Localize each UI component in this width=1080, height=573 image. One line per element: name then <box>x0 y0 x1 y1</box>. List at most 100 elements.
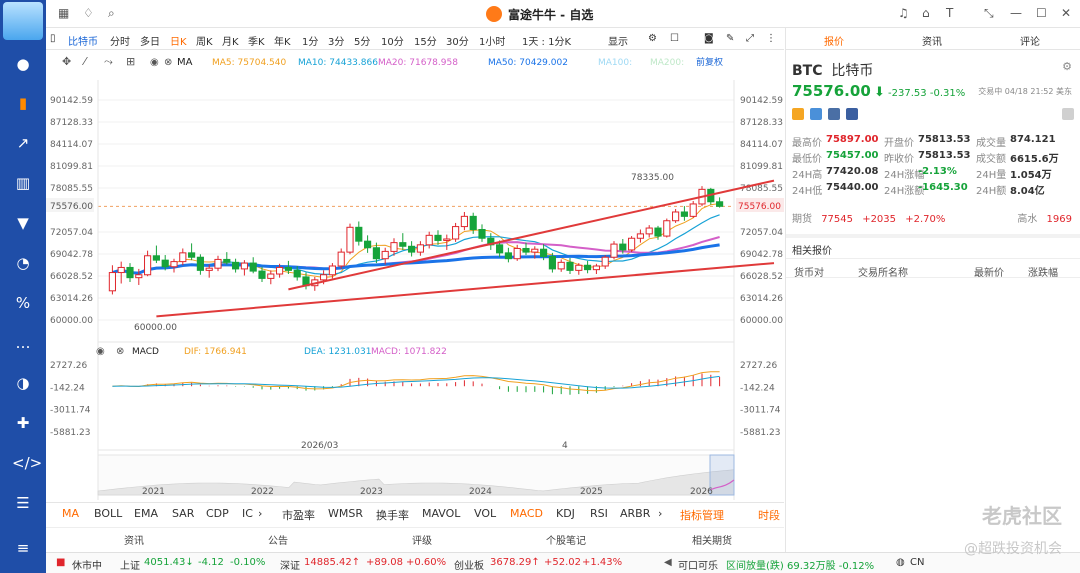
bag-icon[interactable]: ⌂ <box>922 6 930 20</box>
session-toggle[interactable]: 时段 <box>758 507 780 523</box>
indicator-tab[interactable]: ARBR <box>620 507 650 520</box>
symbol-label[interactable]: 比特币 <box>68 33 98 48</box>
period-tab[interactable]: 3分 <box>328 33 344 48</box>
indicator-manage[interactable]: 指标管理 <box>680 507 724 523</box>
candlestick-icon[interactable]: ▥ <box>12 173 34 193</box>
indicator-tab[interactable]: MA <box>62 507 79 520</box>
checkbox-icon[interactable]: ☐ <box>670 33 679 44</box>
indicator-tab[interactable]: WMSR <box>328 507 363 520</box>
chat-icon[interactable]: … <box>12 333 34 353</box>
macd-eye-icon[interactable]: ◉ <box>96 346 105 357</box>
list-icon[interactable]: ☰ <box>12 493 34 513</box>
indicator-tab[interactable]: 换手率 <box>376 507 409 523</box>
camera-icon[interactable]: ◙ <box>704 33 714 44</box>
adjust-mode[interactable]: 前复权 <box>696 56 723 68</box>
game-icon[interactable]: ✚ <box>12 413 34 433</box>
tab-comments[interactable]: 评论 <box>1020 33 1040 48</box>
menu-icon[interactable]: ≡ <box>12 538 34 558</box>
period-dropdown[interactable]: 1天 : 1分K <box>522 33 571 48</box>
line-tool-icon[interactable]: ⁄ <box>81 55 88 68</box>
close-icon[interactable]: ✕ <box>1061 6 1071 20</box>
period-tab[interactable]: 1分 <box>302 33 318 48</box>
indicator-tab[interactable]: VOL <box>474 507 496 520</box>
more-icon[interactable]: ⋮ <box>766 33 776 44</box>
period-tab[interactable]: 月K <box>222 33 239 48</box>
period-tab-active[interactable]: 日K <box>170 33 187 48</box>
headset-icon[interactable]: ♫ <box>898 6 909 20</box>
app-logo[interactable] <box>3 2 43 40</box>
tab-ratings[interactable]: 评级 <box>412 532 432 547</box>
pen-icon[interactable]: ✎ <box>726 33 734 44</box>
ma-close-icon[interactable]: ⊗ <box>164 57 172 68</box>
indicator-tab[interactable]: IC <box>242 507 253 520</box>
shirt-icon[interactable]: T <box>946 6 953 20</box>
chevron-right-icon[interactable]: › <box>658 507 662 520</box>
filter-icon[interactable]: ▼ <box>12 213 34 233</box>
globe-icon[interactable]: ◍ <box>896 557 905 568</box>
tab-notes[interactable]: 个股笔记 <box>546 532 586 547</box>
moon-icon[interactable]: ◑ <box>12 373 34 393</box>
bell-badge-icon[interactable] <box>1062 108 1074 120</box>
indicator-tab[interactable]: SAR <box>172 507 194 520</box>
sidebar-toggle-icon[interactable]: ▯ <box>50 33 56 44</box>
minimize-icon[interactable]: — <box>1010 6 1022 20</box>
news-ticker[interactable]: 可口可乐 <box>678 557 718 572</box>
user-icon[interactable]: ● <box>12 54 34 74</box>
tab-quote[interactable]: 报价 <box>824 33 844 48</box>
display-menu[interactable]: 显示 <box>608 33 628 48</box>
period-tab[interactable]: 多日 <box>140 33 160 48</box>
search-icon[interactable]: ⌕ <box>108 6 115 21</box>
move-tool-icon[interactable]: ✥ <box>62 55 71 68</box>
pie-icon[interactable]: ◔ <box>12 253 34 273</box>
period-tab[interactable]: 季K <box>248 33 265 48</box>
layout-icon[interactable]: ▦ <box>58 6 69 20</box>
period-tab[interactable]: 30分 <box>446 33 469 48</box>
chart-bar-icon[interactable]: ▮ <box>12 93 34 113</box>
trend-icon[interactable]: ↗ <box>12 133 34 153</box>
header-last-price[interactable]: 最新价 <box>974 264 1004 279</box>
ma-eye-icon[interactable]: ◉ <box>150 57 159 68</box>
tab-futures[interactable]: 相关期货 <box>692 532 732 547</box>
settings-icon[interactable]: ⚙ <box>1062 60 1072 73</box>
tab-news[interactable]: 资讯 <box>922 33 942 48</box>
indicator-tab[interactable]: KDJ <box>556 507 575 520</box>
period-tab[interactable]: 年K <box>274 33 291 48</box>
period-tab[interactable]: 周K <box>196 33 213 48</box>
kline-chart[interactable]: ✥ ⁄ ⤳ ⊞ ◉ ⊗ MA MA5: 75704.540 MA10: 7443… <box>46 50 784 505</box>
header-currency-pair[interactable]: 货币对 <box>794 264 824 279</box>
tab-announcements[interactable]: 公告 <box>268 532 288 547</box>
period-tab[interactable]: 10分 <box>381 33 404 48</box>
maximize-icon[interactable]: ☐ <box>1036 6 1047 20</box>
index-name[interactable]: 深证 <box>280 557 300 572</box>
indicator-tab[interactable]: EMA <box>134 507 158 520</box>
shrink-icon[interactable]: ⤡ <box>984 6 994 21</box>
bell-icon[interactable]: ♢ <box>83 6 94 20</box>
overview-navigator[interactable] <box>97 454 735 496</box>
indicator-tab[interactable]: 市盈率 <box>282 507 315 523</box>
lock-tool-icon[interactable]: ⊞ <box>126 55 135 68</box>
header-change-pct[interactable]: 涨跌幅 <box>1028 264 1058 279</box>
header-exchange[interactable]: 交易所名称 <box>858 264 908 279</box>
ray-tool-icon[interactable]: ⤳ <box>104 55 113 68</box>
macd-close-icon[interactable]: ⊗ <box>116 346 124 357</box>
code-icon[interactable]: </> <box>12 453 42 473</box>
indicator-tab[interactable]: MAVOL <box>422 507 460 520</box>
indicator-tab[interactable]: RSI <box>590 507 608 520</box>
chevron-right-icon[interactable]: › <box>258 507 262 520</box>
index-name[interactable]: 创业板 <box>454 557 484 572</box>
indicator-tab[interactable]: BOLL <box>94 507 122 520</box>
region-label[interactable]: CN <box>910 557 924 568</box>
expand-icon[interactable]: ⤢ <box>746 33 754 44</box>
gear-icon[interactable]: ⚙ <box>648 33 657 44</box>
indicator-tab[interactable]: CDP <box>206 507 229 520</box>
period-tab[interactable]: 15分 <box>414 33 437 48</box>
indicator-tab[interactable]: MACD <box>510 507 543 520</box>
period-tab[interactable]: 5分 <box>354 33 370 48</box>
draw-tools[interactable]: ✥ ⁄ ⤳ ⊞ <box>62 55 135 68</box>
index-name[interactable]: 上证 <box>120 557 140 572</box>
period-tab[interactable]: 分时 <box>110 33 130 48</box>
tab-news[interactable]: 资讯 <box>124 532 144 547</box>
percent-icon[interactable]: % <box>12 293 34 313</box>
period-tab[interactable]: 1小时 <box>479 33 505 48</box>
chart-area[interactable]: ✥ ⁄ ⤳ ⊞ ◉ ⊗ MA MA5: 75704.540 MA10: 7443… <box>46 50 784 505</box>
